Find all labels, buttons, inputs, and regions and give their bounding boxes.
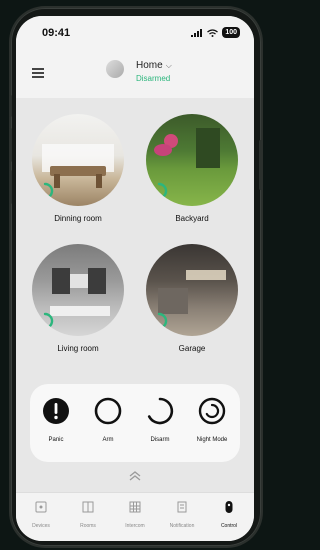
nav-label: Notification — [169, 523, 195, 529]
nav-notification[interactable]: Notification — [159, 500, 205, 529]
room-card-backyard[interactable]: Backyard — [142, 114, 242, 223]
room-card-garage[interactable]: Garage — [142, 244, 242, 353]
dining-room-photo — [32, 114, 124, 206]
room-label: Backyard — [175, 214, 209, 223]
volume-up-button — [9, 128, 12, 162]
side-button — [9, 95, 12, 117]
room-label: Dinning room — [54, 214, 102, 223]
living-room-photo — [32, 244, 124, 336]
nav-label: Rooms — [80, 523, 96, 529]
devices-icon — [35, 501, 47, 513]
status-time: 09:41 — [42, 27, 71, 39]
room-label: Garage — [178, 344, 206, 353]
loading-ring-icon — [150, 312, 168, 330]
battery-icon: 100 — [222, 27, 240, 38]
chevron-down-icon: ⌵ — [165, 61, 172, 70]
loading-ring-icon — [36, 312, 54, 330]
control-panel: Panic Arm Disarm Night Mode — [30, 384, 240, 462]
loading-ring-icon — [150, 182, 168, 200]
disarm-button[interactable]: Disarm — [134, 396, 186, 443]
night-mode-label: Night Mode — [196, 437, 228, 443]
nav-rooms[interactable]: Rooms — [65, 500, 111, 529]
nav-label: Control — [220, 523, 238, 529]
home-title: Home — [136, 60, 163, 71]
rooms-icon — [82, 501, 94, 513]
arm-status: Disarmed — [136, 74, 171, 83]
night-mode-button[interactable]: Night Mode — [186, 396, 238, 443]
notification-icon — [177, 501, 187, 513]
nav-label: Intercom — [125, 523, 145, 529]
loading-ring-icon — [36, 182, 54, 200]
room-card-living[interactable]: Living room — [28, 244, 128, 353]
room-card-dining[interactable]: Dinning room — [28, 114, 128, 223]
panic-button[interactable]: Panic — [30, 396, 82, 443]
panic-icon — [43, 398, 69, 424]
panic-label: Panic — [48, 437, 64, 443]
signal-icon — [191, 28, 203, 37]
intercom-icon — [129, 501, 141, 513]
power-button — [259, 140, 262, 190]
menu-icon[interactable] — [32, 68, 44, 78]
volume-down-button — [9, 170, 12, 204]
garage-photo — [146, 244, 238, 336]
nav-label: Devices — [32, 523, 50, 529]
home-avatar — [106, 60, 124, 78]
nav-devices[interactable]: Devices — [18, 500, 64, 529]
arm-label: Arm — [102, 437, 114, 443]
control-icon — [225, 501, 233, 513]
chevron-up-icon[interactable] — [127, 468, 143, 484]
arm-icon — [94, 397, 122, 425]
status-bar: 09:41 100 — [16, 16, 254, 46]
arm-button[interactable]: Arm — [82, 396, 134, 443]
bottom-nav: Devices Rooms Intercom Notification Cont… — [16, 492, 254, 541]
nav-intercom[interactable]: Intercom — [112, 500, 158, 529]
disarm-label: Disarm — [150, 437, 170, 443]
night-mode-icon — [198, 397, 226, 425]
disarm-icon — [147, 397, 174, 425]
home-selector[interactable]: Home ⌵ — [136, 60, 172, 71]
room-label: Living room — [57, 344, 99, 353]
backyard-photo — [146, 114, 238, 206]
app-screen: 09:41 100 Home ⌵ Disarmed Dinning room B… — [16, 16, 254, 541]
app-header: Home ⌵ Disarmed — [16, 46, 254, 98]
nav-control[interactable]: Control — [206, 500, 252, 529]
wifi-icon — [207, 28, 219, 37]
status-icons: 100 — [191, 27, 240, 38]
